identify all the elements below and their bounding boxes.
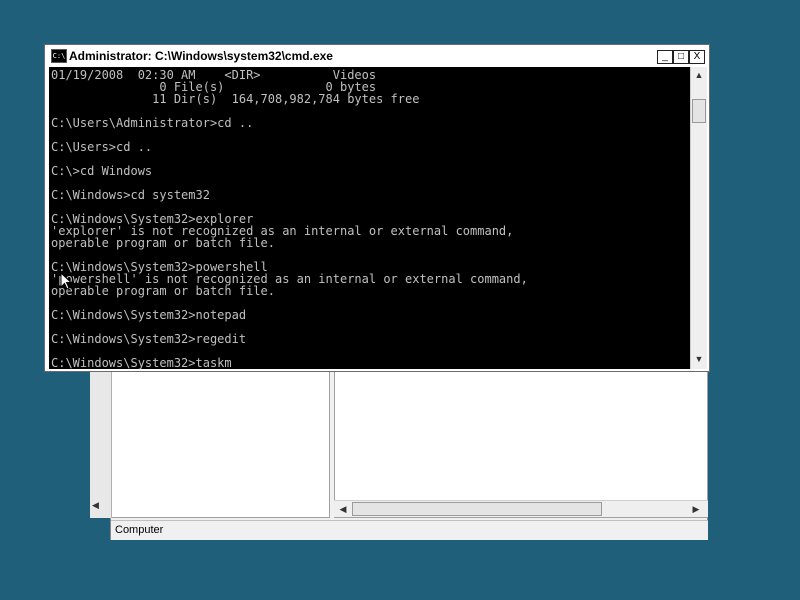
text-cursor: _ xyxy=(231,356,239,369)
close-button[interactable]: X xyxy=(689,50,705,64)
mouse-pointer-icon xyxy=(60,272,72,290)
vertical-scroll-thumb[interactable] xyxy=(692,99,706,123)
scroll-left-icon[interactable]: ◀ xyxy=(335,501,351,517)
console-line: C:\Users>cd .. xyxy=(51,140,153,154)
status-bar: Computer xyxy=(111,520,708,540)
tree-pane-scroll-gutter[interactable] xyxy=(90,370,112,518)
console-line: C:\Users\Administrator>cd .. xyxy=(51,116,254,130)
tree-scroll-left-icon[interactable]: ◀ xyxy=(92,500,99,511)
tree-pane[interactable] xyxy=(90,370,330,518)
console-output[interactable]: 01/19/2008 02:30 AM <DIR> Videos 0 File(… xyxy=(49,67,690,369)
values-pane[interactable] xyxy=(334,370,708,518)
console-line: 11 Dir(s) 164,708,982,784 bytes free xyxy=(51,92,420,106)
scroll-up-icon[interactable]: ▲ xyxy=(691,67,707,83)
cmd-window[interactable]: C:\ Administrator: C:\Windows\system32\c… xyxy=(44,44,710,372)
status-text: Computer xyxy=(115,524,164,536)
console-line: operable program or batch file. xyxy=(51,236,275,250)
window-title: Administrator: C:\Windows\system32\cmd.e… xyxy=(69,49,333,63)
title-bar[interactable]: C:\ Administrator: C:\Windows\system32\c… xyxy=(47,47,707,66)
console-line: C:\Windows\System32>taskm xyxy=(51,356,232,369)
vertical-scrollbar[interactable]: ▲ ▼ xyxy=(690,67,707,369)
console-line: C:\>cd Windows xyxy=(51,164,153,178)
cmd-app-icon[interactable]: C:\ xyxy=(51,49,67,63)
console-text: 01/19/2008 02:30 AM <DIR> Videos 0 File(… xyxy=(49,67,690,369)
console-line: C:\Windows\System32>regedit xyxy=(51,332,247,346)
scroll-down-icon[interactable]: ▼ xyxy=(691,351,707,367)
console-line: C:\Windows>cd system32 xyxy=(51,188,210,202)
scroll-right-icon[interactable]: ▶ xyxy=(688,501,704,517)
console-line: C:\Windows\System32>notepad xyxy=(51,308,247,322)
horizontal-scrollbar[interactable]: ◀ ▶ xyxy=(334,500,708,517)
maximize-button[interactable]: □ xyxy=(673,50,689,64)
horizontal-scroll-thumb[interactable] xyxy=(352,502,602,516)
minimize-button[interactable]: _ xyxy=(657,50,673,64)
console-line: operable program or batch file. xyxy=(51,284,275,298)
